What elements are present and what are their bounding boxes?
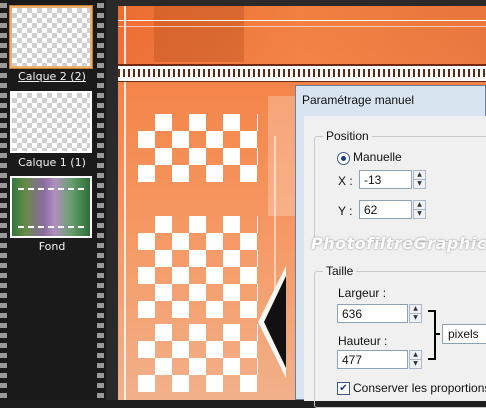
checker-pattern: [138, 114, 258, 182]
layer-label: Calque 1 (1): [18, 156, 86, 169]
y-label: Y :: [338, 204, 353, 218]
x-label: X :: [338, 174, 353, 188]
layer-label: Fond: [38, 240, 66, 253]
film-strip-right: [97, 0, 104, 400]
film-strip-left: [0, 0, 7, 400]
frame-line: [118, 20, 486, 21]
dialog-title: Paramétrage manuel: [302, 93, 415, 107]
layer-item-fond[interactable]: Fond: [8, 172, 96, 258]
frame-line: [118, 26, 486, 27]
position-manual-label: Manuelle: [353, 150, 402, 164]
layer-item-calque-2[interactable]: Calque 2 (2): [8, 4, 96, 86]
y-input[interactable]: [359, 200, 412, 219]
layer-thumbnail[interactable]: [10, 91, 92, 153]
canvas-texture-block: [154, 6, 244, 62]
chevron-decoration-inner: [264, 276, 286, 368]
layer-item-calque-1[interactable]: Calque 1 (1): [8, 88, 96, 170]
width-label: Largeur :: [338, 286, 387, 300]
watermark-text: PhotofiltreGraphic: [311, 234, 486, 253]
position-manual-radio[interactable]: [337, 152, 350, 165]
proportion-link-tick: [434, 333, 440, 335]
layers-panel: Calque 2 (2) Calque 1 (1) Fond: [0, 0, 106, 400]
height-label: Hauteur :: [338, 334, 388, 348]
height-input[interactable]: [337, 350, 408, 369]
keep-proportions-label: Conserver les proportions: [353, 381, 486, 395]
checker-pattern: [138, 216, 258, 318]
unit-select[interactable]: pixels: [442, 324, 486, 344]
height-spinner[interactable]: ▲ ▼: [409, 350, 422, 369]
checker-pattern: [138, 324, 258, 392]
layer-thumbnail[interactable]: [10, 6, 92, 68]
size-group-title: Taille: [323, 264, 357, 278]
thumbnail-frame-pattern: [18, 188, 84, 228]
frame-line: [118, 80, 486, 81]
y-spinner[interactable]: ▲ ▼: [413, 200, 426, 219]
x-input[interactable]: [359, 170, 412, 189]
position-group-title: Position: [323, 129, 372, 143]
width-input[interactable]: [337, 304, 408, 323]
proportion-link-bracket: [428, 310, 436, 360]
width-spinner[interactable]: ▲ ▼: [409, 304, 422, 323]
layer-thumbnail[interactable]: [10, 176, 92, 238]
dialog-body: Position Manuelle X : ▲▼ Y : ▲▼ Taille L…: [304, 116, 486, 408]
layer-label: Calque 2 (2): [18, 70, 86, 83]
keep-proportions-checkbox[interactable]: ✔: [337, 382, 350, 395]
x-spinner[interactable]: ▲ ▼: [413, 170, 426, 189]
